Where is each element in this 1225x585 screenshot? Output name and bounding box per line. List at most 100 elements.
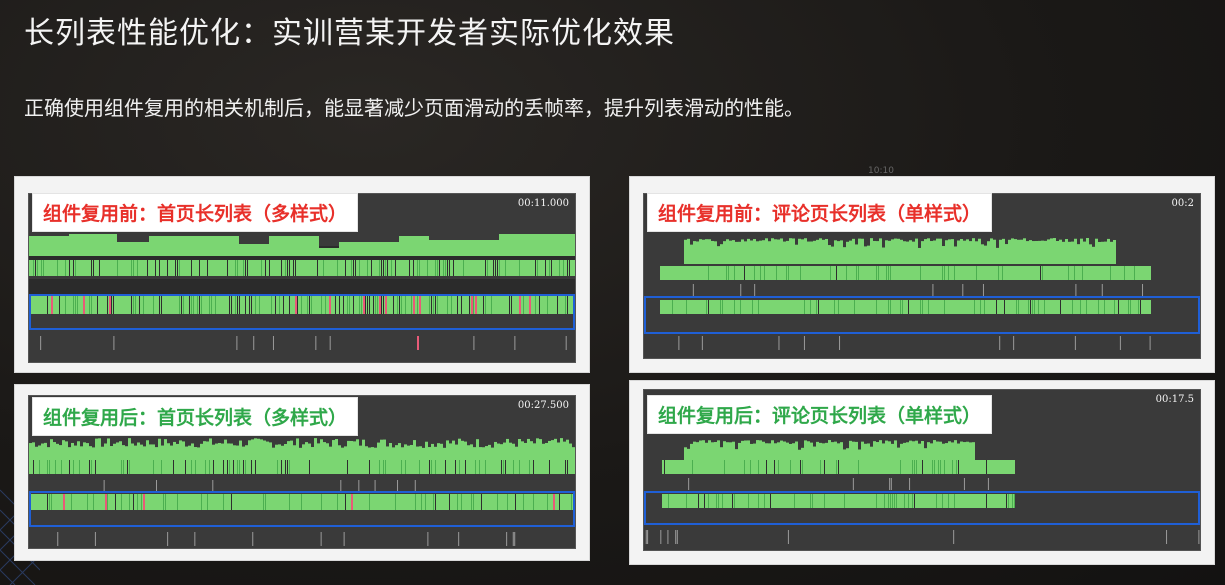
frame-bar <box>909 440 912 460</box>
slide-title: 长列表性能优化：实训营某开发者实际优化效果 <box>24 16 675 51</box>
frame-bar <box>804 238 807 264</box>
frame-bar <box>939 238 942 264</box>
frame-bar <box>428 447 431 460</box>
frame-gap <box>287 460 288 474</box>
frame-bar <box>173 441 176 460</box>
frame-bar <box>476 439 479 460</box>
frame-tick <box>179 260 180 276</box>
frame-tick <box>91 296 92 314</box>
frame-tick <box>289 460 290 474</box>
frame-bar <box>729 442 732 460</box>
frame-tick <box>718 494 719 508</box>
frame-bar <box>720 447 723 460</box>
frame-bar <box>765 443 768 460</box>
frame-tick <box>359 260 360 276</box>
frame-tick <box>301 296 302 314</box>
frame-tick <box>900 300 901 314</box>
frame-tick <box>824 494 825 508</box>
frame-gap <box>908 300 909 314</box>
marker-tick <box>272 336 274 350</box>
frame-bar <box>942 246 945 264</box>
dropped-frame <box>419 296 421 314</box>
frame-tick <box>51 494 52 510</box>
frame-tick <box>479 460 480 474</box>
frame-tick <box>367 260 368 276</box>
frame-gap <box>243 460 244 474</box>
frame-tick <box>936 494 937 508</box>
marker-tick <box>458 532 460 546</box>
frame-tick <box>153 296 154 314</box>
frame-tick <box>507 494 508 510</box>
frame-tick <box>912 460 913 474</box>
frame-bar <box>867 443 870 460</box>
frame-gap <box>365 296 366 314</box>
frame-tick <box>311 296 312 314</box>
frame-gap <box>231 494 232 510</box>
frame-bar <box>392 447 395 460</box>
frame-tick <box>984 300 985 314</box>
frame-tick <box>980 300 981 314</box>
frame-bar <box>443 447 446 460</box>
frame-bar <box>906 241 909 264</box>
frame-bar <box>1047 239 1050 264</box>
marker-tick <box>340 480 342 492</box>
frame-bar <box>723 441 726 460</box>
frame-tick <box>75 260 76 276</box>
frame-tick <box>876 266 877 280</box>
frame-gap <box>435 494 436 510</box>
frame-bar <box>1092 246 1095 264</box>
frame-tick <box>211 296 212 314</box>
frame-bar <box>717 246 720 264</box>
frame-tick <box>944 460 945 474</box>
frame-bar <box>867 245 870 264</box>
frame-bar <box>149 236 239 256</box>
frame-bar <box>536 438 539 460</box>
frame-tick <box>475 460 476 474</box>
frame-bar <box>416 446 419 460</box>
frame-tick <box>375 296 376 314</box>
frame-bar <box>807 441 810 460</box>
frame-gap <box>289 260 290 276</box>
frame-gap <box>347 460 348 474</box>
frame-bar <box>374 447 377 460</box>
frame-bar <box>419 446 422 460</box>
marker-tick <box>397 480 399 492</box>
frame-bar <box>242 446 245 460</box>
frame-bar <box>503 442 506 460</box>
frame-gap <box>111 296 112 314</box>
frame-tick <box>1034 300 1035 314</box>
frame-bar <box>497 443 500 460</box>
frame-bar <box>966 239 969 264</box>
frame-bar <box>1035 240 1038 264</box>
marker-tick <box>343 532 345 546</box>
frame-bar <box>891 443 894 460</box>
frame-bar <box>765 238 768 264</box>
frame-gap <box>255 460 256 474</box>
panel-home-before: 00:11.000 组件复用前：首页长列表（多样式） <box>14 176 590 373</box>
frame-tick <box>279 296 280 314</box>
frame-bar <box>284 444 287 460</box>
frame-bar <box>960 239 963 264</box>
frame-gap <box>289 296 290 314</box>
frame-bar <box>401 447 404 460</box>
frame-gap <box>453 260 454 276</box>
frame-tick <box>121 460 122 474</box>
frame-bar <box>1113 239 1116 264</box>
frame-tick <box>668 494 669 508</box>
frame-tick <box>854 300 855 314</box>
frame-tick <box>519 260 520 276</box>
frame-bar <box>287 441 290 460</box>
frame-bar <box>83 442 86 460</box>
marker-tick <box>676 530 678 544</box>
frame-tick <box>519 460 520 474</box>
frame-tick <box>499 260 500 276</box>
frame-bar <box>128 438 131 460</box>
frame-bar <box>41 443 44 460</box>
frame-bar <box>188 445 191 460</box>
frame-gap <box>770 494 771 508</box>
frame-bar <box>365 446 368 460</box>
frame-bar <box>741 440 744 460</box>
frame-bar <box>95 438 98 460</box>
frame-tick <box>443 260 444 276</box>
frame-bar <box>461 440 464 460</box>
